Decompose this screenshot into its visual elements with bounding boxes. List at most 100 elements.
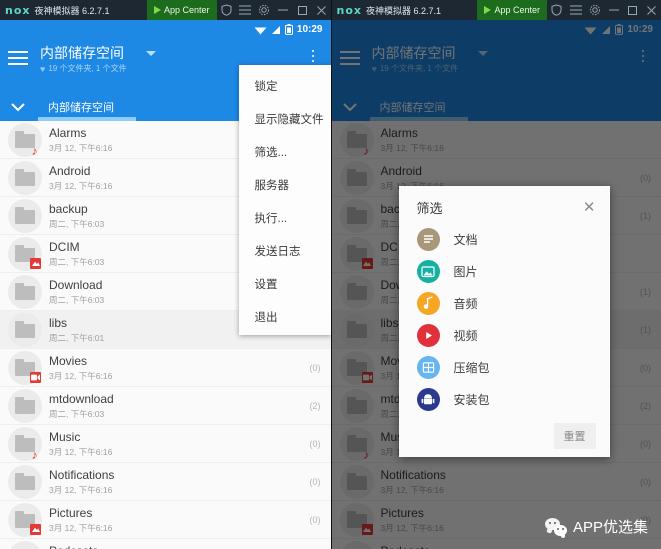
image-icon	[416, 259, 440, 283]
emulator-title: 夜神模拟器 6.2.7.1	[365, 5, 442, 16]
reset-button[interactable]: 重置	[553, 423, 596, 449]
emulator-titlebar: nox 夜神模拟器 6.2.7.1 App Center	[0, 0, 331, 20]
music-badge-icon: ♪	[31, 448, 38, 462]
shield-icon[interactable]	[547, 0, 566, 20]
filter-option-label: 图片	[453, 264, 478, 279]
signal-icon	[271, 25, 281, 35]
titlebar-icon-group	[547, 0, 661, 20]
video-badge-icon	[30, 371, 41, 383]
folder-icon	[8, 502, 42, 537]
menu-item[interactable]: 发送日志	[239, 234, 331, 267]
folder-icon	[8, 312, 42, 347]
item-count: (0)	[309, 362, 321, 373]
filter-option[interactable]: 压缩包	[399, 351, 610, 383]
menu-item[interactable]: 显示隐藏文件	[239, 102, 331, 135]
android-status-bar: 10:29	[0, 20, 331, 39]
file-date: 3月 12, 下午6:16	[49, 370, 113, 381]
gear-icon[interactable]	[255, 0, 274, 20]
menu-item[interactable]: 服务器	[239, 168, 331, 201]
filter-option[interactable]: 音频	[399, 287, 610, 319]
overflow-menu[interactable]: 锁定 显示隐藏文件 筛选... 服务器 执行... 发送日志 设置 退出	[238, 65, 331, 335]
maximize-icon[interactable]	[293, 0, 312, 20]
music-icon	[416, 291, 440, 315]
music-badge-icon: ♪	[31, 144, 38, 158]
overflow-menu-button[interactable]	[303, 45, 323, 62]
heart-icon: ♥	[40, 63, 46, 74]
folder-icon: ♪	[8, 122, 42, 158]
list-item-meta: Pictures 3月 12, 下午6:16	[42, 506, 310, 534]
list-item-meta: Music 3月 12, 下午6:16	[42, 430, 310, 458]
app-center-label: App Center	[494, 5, 540, 15]
filter-dialog-title: 筛选	[416, 201, 443, 216]
chevron-down-icon[interactable]	[146, 50, 156, 56]
list-item[interactable]: mtdownload 周二, 下午6:03 (2)	[0, 387, 331, 425]
titlebar-icon-group	[217, 0, 331, 20]
folder-file-count: 19 个文件夹, 1 个文件	[48, 64, 127, 73]
list-item[interactable]: Pictures 3月 12, 下午6:16 (0)	[0, 501, 331, 539]
list-item[interactable]: ♪ Music 3月 12, 下午6:16 (0)	[0, 425, 331, 463]
breadcrumb-label[interactable]: 内部储存空间	[34, 99, 114, 115]
folder-icon	[8, 540, 42, 549]
file-name: mtdownload	[49, 391, 114, 406]
folder-icon: ♪	[8, 426, 42, 462]
filter-option-label: 安装包	[453, 392, 490, 407]
android-icon	[416, 387, 440, 411]
list-item[interactable]: Notifications 3月 12, 下午6:16 (0)	[0, 463, 331, 501]
chevron-down-icon[interactable]	[8, 102, 34, 112]
list-item-meta: mtdownload 周二, 下午6:03	[42, 392, 310, 420]
gear-icon[interactable]	[585, 0, 604, 20]
file-date: 3月 12, 下午6:16	[49, 484, 113, 495]
filter-option[interactable]: 安装包	[399, 383, 610, 415]
right-pane: nox 夜神模拟器 6.2.7.1 App Center 筛选 ✕ 文档 图片 …	[330, 0, 661, 549]
maximize-icon[interactable]	[623, 0, 642, 20]
menu-item[interactable]: 锁定	[239, 69, 331, 102]
filter-option[interactable]: 图片	[399, 255, 610, 287]
menu-item[interactable]: 退出	[239, 300, 331, 333]
list-item-meta: Podcasts3月 12, 下午6:16	[42, 544, 310, 549]
file-name: Movies	[49, 353, 88, 368]
filter-option[interactable]: 文档	[399, 223, 610, 255]
folder-icon	[8, 160, 42, 195]
filter-option-list[interactable]: 文档图片音频视频压缩包安装包	[399, 223, 610, 415]
close-icon[interactable]	[642, 0, 661, 20]
file-date: 3月 12, 下午6:16	[49, 522, 113, 533]
play-icon	[153, 6, 161, 14]
folder-icon	[8, 388, 42, 423]
shield-icon[interactable]	[217, 0, 236, 20]
nox-logo: nox	[5, 3, 31, 17]
menu-item[interactable]: 设置	[239, 267, 331, 300]
close-icon[interactable]: ✕	[583, 200, 596, 215]
hamburger-icon[interactable]	[8, 45, 34, 69]
file-date: 周二, 下午6:03	[49, 408, 105, 419]
item-count: (2)	[309, 400, 321, 411]
file-name: Podcasts	[49, 544, 310, 549]
app-center-button[interactable]: App Center	[477, 0, 547, 20]
filter-dialog: 筛选 ✕ 文档图片音频视频压缩包安装包 重置	[398, 186, 610, 457]
filter-option-label: 视频	[453, 328, 478, 343]
emulator-titlebar: nox 夜神模拟器 6.2.7.1 App Center	[331, 0, 661, 20]
item-count: (0)	[309, 476, 321, 487]
file-name: Pictures	[49, 505, 93, 520]
filter-option-label: 音频	[453, 296, 478, 311]
status-bar-time: 10:29	[296, 24, 323, 35]
wifi-icon	[254, 25, 267, 35]
close-icon[interactable]	[312, 0, 331, 20]
video-icon	[416, 323, 440, 347]
minimize-icon[interactable]	[274, 0, 293, 20]
menu-item[interactable]: 执行...	[239, 201, 331, 234]
file-date: 3月 12, 下午6:16	[49, 446, 113, 457]
menu-icon[interactable]	[236, 0, 255, 20]
item-count: (0)	[309, 514, 321, 525]
list-item[interactable]: Movies 3月 12, 下午6:16 (0)	[0, 349, 331, 387]
play-icon	[484, 6, 492, 14]
app-center-button[interactable]: App Center	[146, 0, 217, 20]
nox-logo: nox	[336, 3, 362, 17]
menu-item[interactable]: 筛选...	[239, 135, 331, 168]
minimize-icon[interactable]	[604, 0, 623, 20]
image-badge-icon	[30, 257, 41, 269]
list-item[interactable]: Podcasts3月 12, 下午6:16(0)	[0, 539, 331, 549]
archive-icon	[416, 355, 440, 379]
file-name: Notifications	[49, 467, 115, 482]
menu-icon[interactable]	[566, 0, 585, 20]
filter-option[interactable]: 视频	[399, 319, 610, 351]
